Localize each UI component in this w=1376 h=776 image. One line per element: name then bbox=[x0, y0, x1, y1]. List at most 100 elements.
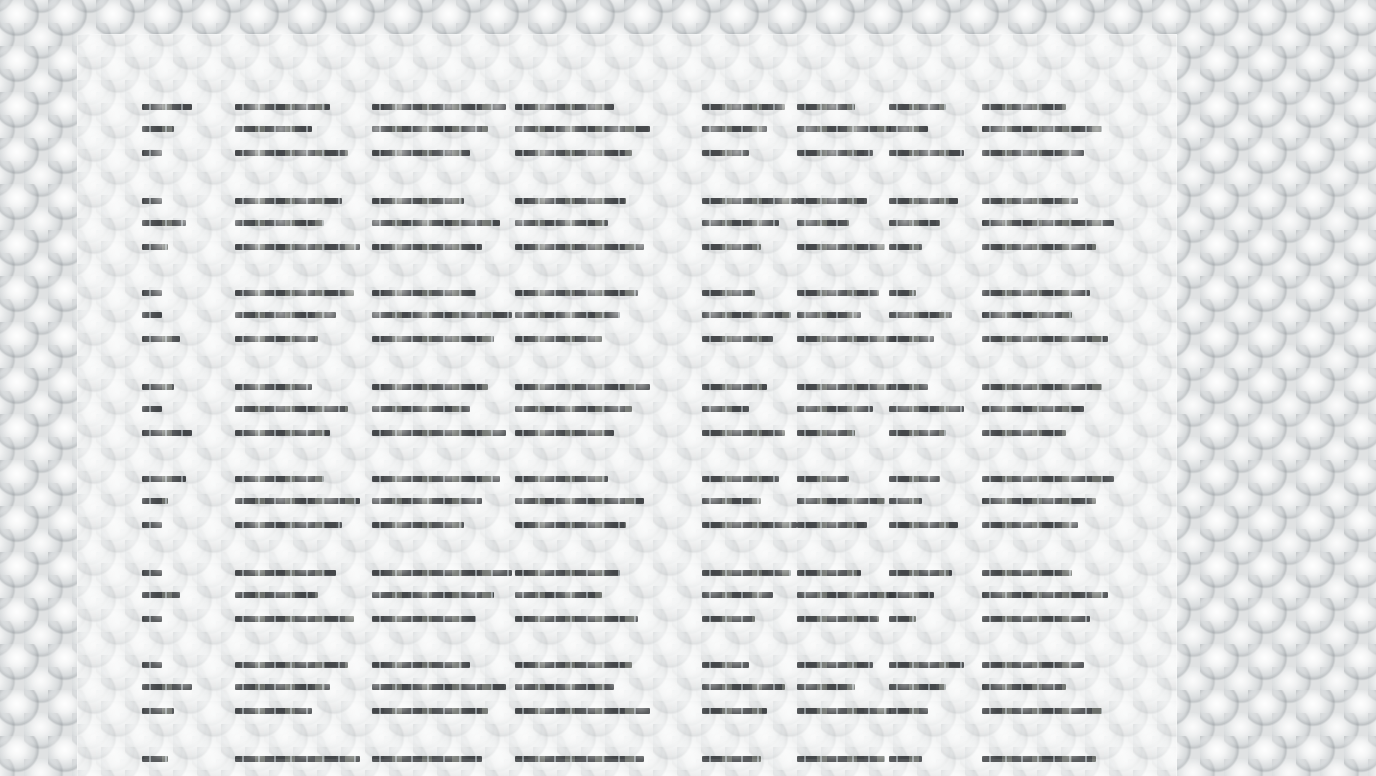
obscured-text-stripe bbox=[889, 198, 958, 204]
obscured-text-stripe bbox=[515, 290, 638, 296]
obscured-text-stripe bbox=[797, 244, 885, 250]
obscured-text-stripe bbox=[372, 430, 506, 436]
obscured-text-stripe bbox=[372, 104, 506, 110]
obscured-text-stripe bbox=[515, 430, 614, 436]
obscured-text-stripe bbox=[515, 220, 608, 226]
obscured-text-stripe bbox=[889, 384, 928, 390]
obscured-text-stripe bbox=[372, 476, 500, 482]
obscured-text-stripe bbox=[982, 104, 1066, 110]
obscured-text-stripe bbox=[515, 126, 650, 132]
obscured-text-stripe bbox=[982, 708, 1102, 714]
obscured-text-stripe bbox=[889, 336, 934, 342]
obscured-text-stripe bbox=[515, 476, 608, 482]
obscured-text-stripe bbox=[797, 198, 867, 204]
obscured-text-stripe bbox=[515, 406, 632, 412]
obscured-text-stripe bbox=[702, 662, 749, 668]
obscured-text-stripe bbox=[982, 406, 1084, 412]
obscured-text-stripe bbox=[702, 312, 791, 318]
obscured-text-stripe bbox=[982, 522, 1078, 528]
obscured-text-stripe bbox=[797, 756, 885, 762]
obscured-text-stripe bbox=[702, 684, 785, 690]
obscured-text-stripe bbox=[372, 384, 488, 390]
obscured-text-stripe bbox=[702, 756, 761, 762]
obscured-text-stripe bbox=[982, 498, 1096, 504]
obscured-text-stripe bbox=[889, 430, 946, 436]
obscured-text-stripe bbox=[982, 126, 1102, 132]
obscured-text-stripe bbox=[515, 384, 650, 390]
obscured-text-stripe bbox=[797, 406, 873, 412]
obscured-text-stripe bbox=[372, 198, 464, 204]
obscured-text-stripe bbox=[702, 126, 767, 132]
obscured-text-stripe bbox=[797, 662, 873, 668]
obscured-text-stripe bbox=[142, 662, 162, 668]
obscured-text-stripe bbox=[235, 616, 354, 622]
obscured-text-stripe bbox=[235, 336, 318, 342]
obscured-text-stripe bbox=[515, 570, 620, 576]
obscured-text-stripe bbox=[235, 290, 354, 296]
obscured-text-stripe bbox=[235, 312, 336, 318]
obscured-text-stripe bbox=[142, 476, 186, 482]
obscured-text-stripe bbox=[235, 220, 324, 226]
obscured-text-stripe bbox=[797, 708, 891, 714]
obscured-text-stripe bbox=[797, 430, 855, 436]
obscured-text-stripe bbox=[889, 290, 916, 296]
obscured-text-stripe bbox=[702, 522, 797, 528]
obscured-text-stripe bbox=[702, 406, 749, 412]
obscured-text-stripe bbox=[372, 662, 470, 668]
obscured-text-stripe bbox=[797, 616, 879, 622]
obscured-text-stripe bbox=[889, 756, 922, 762]
obscured-text-stripe bbox=[372, 150, 470, 156]
obscured-text-stripe bbox=[982, 150, 1084, 156]
obscured-text-stripe bbox=[702, 150, 749, 156]
obscured-text-stripe bbox=[797, 684, 855, 690]
obscured-text-stripe bbox=[515, 522, 626, 528]
obscured-text-stripe bbox=[235, 756, 360, 762]
obscured-text-stripe bbox=[235, 244, 360, 250]
obscured-text-stripe bbox=[142, 336, 180, 342]
obscured-text-stripe bbox=[142, 756, 168, 762]
obscured-text-stripe bbox=[372, 592, 494, 598]
obscured-text-stripe bbox=[702, 104, 785, 110]
obscured-text-stripe bbox=[889, 498, 922, 504]
obscured-text-stripe bbox=[515, 312, 620, 318]
obscured-text-stripe bbox=[515, 756, 644, 762]
obscured-text-stripe bbox=[797, 384, 891, 390]
obscured-text-stripe bbox=[235, 126, 312, 132]
obscured-text-stripe bbox=[515, 616, 638, 622]
obscured-text-stripe bbox=[797, 220, 849, 226]
obscured-text-stripe bbox=[889, 104, 946, 110]
obscured-text-stripe bbox=[702, 616, 755, 622]
obscured-text-stripe bbox=[372, 290, 476, 296]
obscured-text-stripe bbox=[142, 126, 174, 132]
obscured-text-stripe bbox=[235, 476, 324, 482]
obscured-text-stripe bbox=[142, 708, 174, 714]
obscured-text-stripe bbox=[702, 244, 761, 250]
obscured-text-stripe bbox=[142, 150, 162, 156]
obscured-text-stripe bbox=[889, 476, 940, 482]
obscured-text-stripe bbox=[889, 708, 928, 714]
obscured-text-stripe bbox=[235, 570, 336, 576]
obscured-text-stripe bbox=[982, 570, 1072, 576]
obscured-text-stripe bbox=[702, 592, 773, 598]
obscured-text-stripe bbox=[515, 150, 632, 156]
obscured-text-stripe bbox=[235, 384, 312, 390]
obscured-text-stripe bbox=[797, 312, 861, 318]
obscured-text-stripe bbox=[702, 476, 779, 482]
obscured-text-stripe bbox=[235, 708, 312, 714]
obscured-text-stripe bbox=[982, 756, 1096, 762]
obscured-text-stripe bbox=[235, 198, 342, 204]
obscured-text-stripe bbox=[982, 476, 1114, 482]
obscured-text-stripe bbox=[889, 150, 964, 156]
obscured-text-stripe bbox=[235, 104, 330, 110]
obscured-text-stripe bbox=[797, 104, 855, 110]
obscured-text-stripe bbox=[889, 592, 934, 598]
obscured-text-stripe bbox=[889, 522, 958, 528]
obscured-text-stripe bbox=[797, 570, 861, 576]
obscured-text-stripe bbox=[372, 684, 506, 690]
obscured-text-stripe bbox=[515, 104, 614, 110]
obscured-text-stripe bbox=[372, 570, 512, 576]
obscured-text-stripe bbox=[982, 684, 1066, 690]
obscured-text-stripe bbox=[235, 592, 318, 598]
obscured-text-stripe bbox=[142, 522, 162, 528]
obscured-text-stripe bbox=[889, 406, 964, 412]
